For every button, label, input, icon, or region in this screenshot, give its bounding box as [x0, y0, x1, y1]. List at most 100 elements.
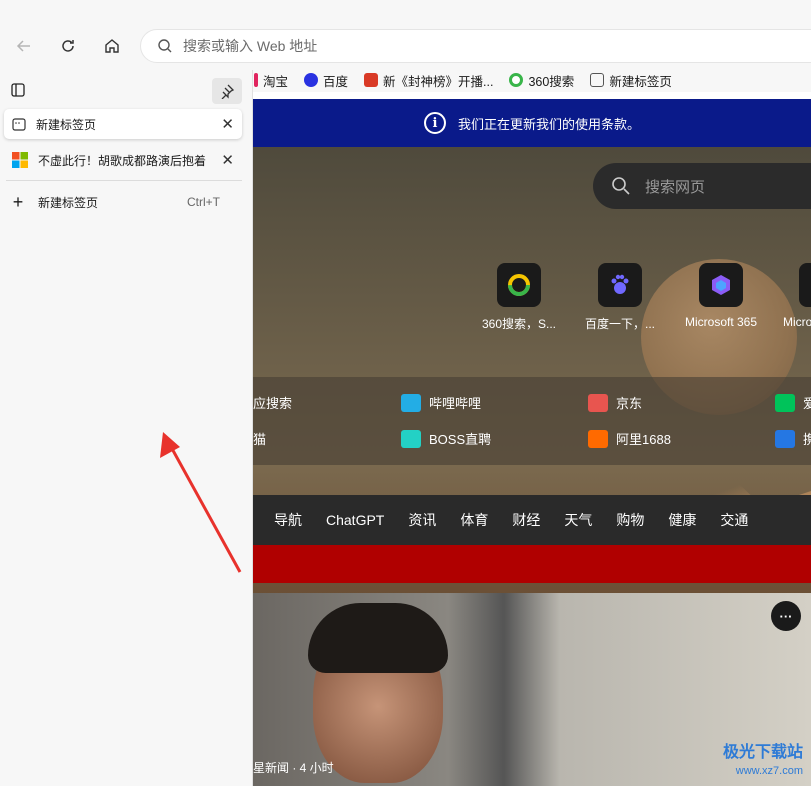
news-source: 星新闻 · 4 小时 — [253, 761, 334, 775]
address-bar[interactable]: 搜索或输入 Web 地址 — [140, 29, 811, 63]
link-label: 阿里1688 — [616, 432, 671, 447]
category-item[interactable]: 财经 — [512, 510, 540, 530]
category-item[interactable]: ChatGPT — [326, 512, 384, 528]
link-bilibili[interactable]: 哔哩哔哩 — [401, 393, 481, 412]
category-item[interactable]: 导航 — [274, 510, 302, 530]
tab-news[interactable]: 不虚此行！胡歌成都路演后抱着 ✕ — [4, 145, 242, 175]
quick-links-panel: 应搜索 哔哩哔哩 京东 爱 猫 BOSS直聘 阿里1688 携 — [253, 377, 811, 465]
terms-banner[interactable]: i 我们正在更新我们的使用条款。 — [253, 99, 811, 147]
category-item[interactable]: 天气 — [564, 510, 592, 530]
tile-label: Micro — [783, 315, 811, 329]
plus-icon: + — [12, 191, 24, 212]
category-item[interactable]: 资讯 — [408, 510, 436, 530]
link-tmall[interactable]: 猫 — [253, 429, 266, 448]
search-icon — [158, 39, 172, 53]
close-tab-icon[interactable]: ✕ — [221, 115, 234, 133]
favorite-label: 360搜索 — [528, 74, 575, 89]
watermark-url: www.xz7.com — [735, 765, 803, 777]
link-label: 应搜索 — [253, 396, 293, 411]
watermark-title: 极光下载站 — [722, 744, 803, 761]
link-ctrip[interactable]: 携 — [775, 429, 811, 448]
ctrip-icon — [775, 429, 795, 448]
category-item[interactable]: 购物 — [616, 510, 644, 530]
tile-microsoft-365[interactable]: Microsoft 365 — [676, 263, 766, 329]
1688-icon — [588, 429, 608, 448]
tab-title: 新建标签页 — [36, 117, 97, 132]
link-yingsousuo[interactable]: 应搜索 — [253, 393, 292, 412]
news-card[interactable]: ··· 星新闻 · 4 小时 极光下载站 www.xz7.com — [253, 593, 811, 786]
tab-page-icon — [12, 118, 26, 131]
link-label: 爱 — [803, 396, 811, 411]
favorite-taobao[interactable]: 淘宝 — [254, 71, 288, 90]
pin-icon — [221, 84, 235, 99]
more-options-button[interactable]: ··· — [771, 601, 801, 631]
baidu-icon — [304, 73, 319, 87]
new-tab-button[interactable]: + 新建标签页 Ctrl+T — [8, 190, 242, 214]
new-tab-page: i 我们正在更新我们的使用条款。 搜索网页 360搜索，S... 百度一下，..… — [253, 99, 811, 786]
home-button[interactable] — [98, 32, 126, 60]
link-label: 哔哩哔哩 — [429, 396, 482, 411]
news-photo-hair — [308, 603, 448, 673]
tab-actions-icon[interactable] — [11, 83, 25, 97]
link-label: BOSS直聘 — [429, 432, 492, 447]
favorite-label: 淘宝 — [263, 74, 289, 89]
refresh-icon — [62, 40, 74, 52]
link-iqiyi[interactable]: 爱 — [775, 393, 811, 412]
divider — [6, 180, 242, 181]
link-1688[interactable]: 阿里1688 — [588, 429, 671, 448]
favorite-label: 新《封神榜》开播... — [383, 74, 494, 89]
address-placeholder: 搜索或输入 Web 地址 — [183, 38, 318, 54]
refresh-button[interactable] — [54, 32, 82, 60]
tile-label: Microsoft 365 — [684, 315, 758, 329]
category-item[interactable]: 交通 — [720, 510, 748, 530]
360-search-icon — [509, 73, 524, 87]
search-placeholder: 搜索网页 — [645, 178, 706, 196]
link-jd[interactable]: 京东 — [588, 393, 642, 412]
boss-icon — [401, 429, 421, 448]
tile-label: 百度一下，... — [584, 317, 655, 331]
tile-microsoft[interactable]: Micro — [777, 263, 811, 329]
tile-label: 360搜索，S... — [481, 317, 557, 331]
favorite-label: 新建标签页 — [609, 74, 672, 89]
banner-text: 我们正在更新我们的使用条款。 — [457, 116, 640, 132]
tab-title: 不虚此行！胡歌成都路演后抱着 — [38, 153, 207, 168]
pin-pane-button[interactable] — [212, 78, 242, 104]
category-nav: 导航 ChatGPT 资讯 体育 财经 天气 购物 健康 交通 — [253, 495, 811, 545]
tab-new-tab[interactable]: 新建标签页 ✕ — [4, 109, 242, 139]
360-icon — [497, 263, 541, 307]
close-tab-icon[interactable]: ✕ — [221, 151, 234, 169]
link-label: 猫 — [253, 432, 267, 447]
favorite-newtab[interactable]: 新建标签页 — [590, 71, 672, 90]
baidu-icon — [598, 263, 642, 307]
category-item[interactable]: 体育 — [460, 510, 488, 530]
new-tab-shortcut: Ctrl+T — [187, 195, 220, 209]
tile-360[interactable]: 360搜索，S... — [474, 263, 564, 332]
ms-icon — [799, 263, 811, 307]
link-label: 京东 — [616, 396, 643, 411]
news-site-icon — [364, 73, 379, 87]
back-button[interactable] — [10, 32, 38, 60]
jd-icon — [588, 393, 608, 412]
favorite-360[interactable]: 360搜索 — [509, 71, 574, 90]
vertical-tabs-panel: 新建标签页 ✕ 不虚此行！胡歌成都路演后抱着 ✕ + 新建标签页 Ctrl+T — [0, 70, 253, 786]
category-item[interactable]: 健康 — [668, 510, 696, 530]
new-tab-label: 新建标签页 — [38, 195, 99, 210]
search-icon — [612, 177, 630, 195]
microsoft-logo-icon — [12, 152, 28, 168]
home-icon — [105, 39, 119, 53]
favorite-label: 百度 — [323, 74, 349, 89]
favorite-fengshenbang[interactable]: 新《封神榜》开播... — [364, 71, 493, 90]
bilibili-icon — [401, 393, 421, 412]
link-boss[interactable]: BOSS直聘 — [401, 429, 491, 448]
tab-page-icon — [590, 73, 605, 87]
web-search-box[interactable]: 搜索网页 — [593, 163, 811, 209]
favorites-bar: 淘宝 百度 新《封神榜》开播... 360搜索 新建标签页 — [252, 66, 811, 94]
tile-baidu[interactable]: 百度一下，... — [575, 263, 665, 332]
watermark-logo: 极光下载站 www.xz7.com — [723, 744, 803, 780]
iqiyi-icon — [775, 393, 795, 412]
info-icon: i — [423, 112, 446, 134]
back-arrow-icon — [16, 40, 30, 52]
favorite-baidu[interactable]: 百度 — [304, 71, 348, 90]
ad-banner[interactable] — [253, 545, 811, 583]
taobao-icon — [254, 73, 258, 87]
